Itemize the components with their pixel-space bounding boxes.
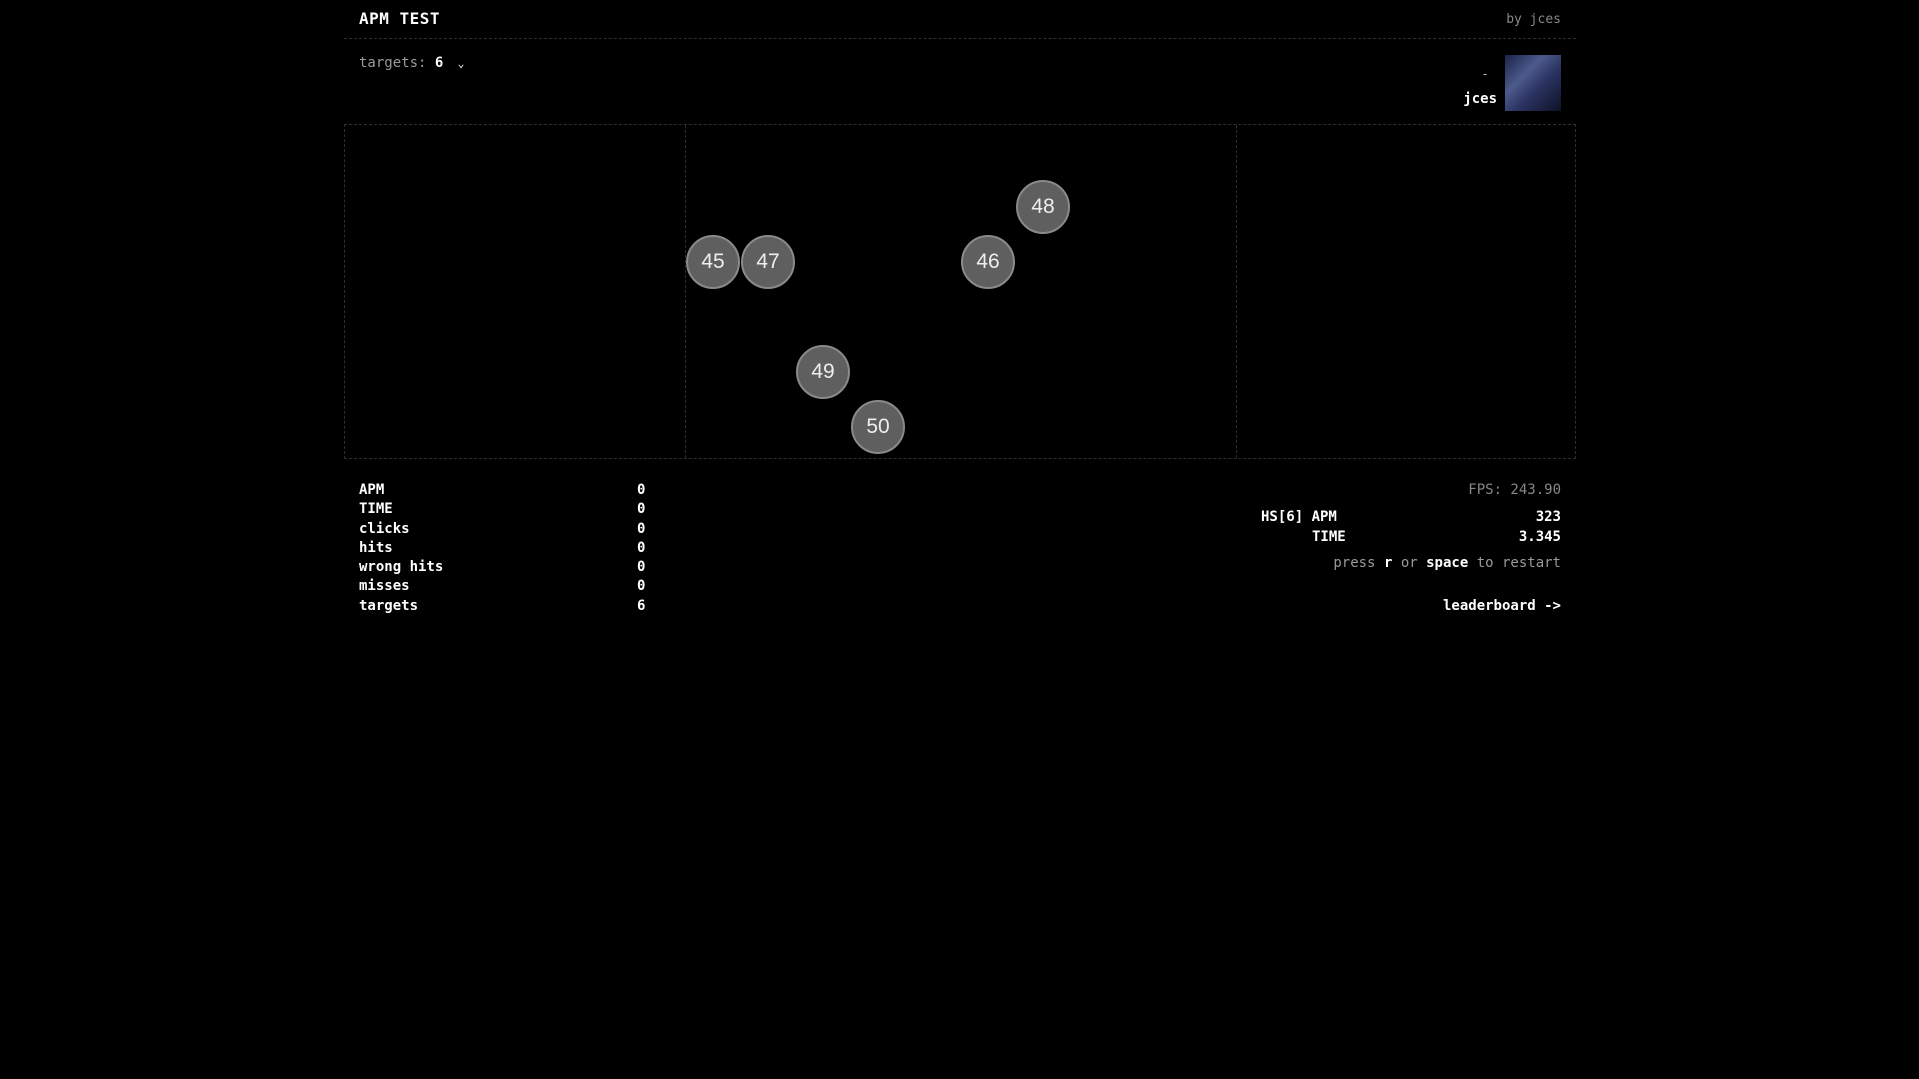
target-circle[interactable]: 48 [1016,180,1070,234]
target-circle[interactable]: 46 [961,235,1015,289]
stat-value: 0 [637,501,646,518]
stat-value: 0 [637,578,646,595]
stat-row: APM 0 [359,482,659,501]
restart-key-r: r [1383,555,1393,571]
stat-value: 6 [637,597,646,614]
byline: by jces [1506,12,1561,27]
stat-row: misses 0 [359,578,659,597]
targets-dropdown[interactable]: targets: 6 ⌄ [359,55,464,71]
restart-tail: to restart [1476,555,1561,571]
fps-counter: FPS: 243.90 [1468,482,1561,498]
stat-row: targets 6 [359,598,659,617]
stat-row: wrong hits 0 [359,559,659,578]
user-profile[interactable]: - jces [1441,55,1561,111]
highscore-apm-label: HS[6] APM [1261,509,1337,525]
highscore-apm-value: 323 [1535,509,1561,525]
stat-value: 0 [637,559,646,576]
targets-label: targets: [359,55,427,71]
stat-row: TIME 0 [359,501,659,520]
stat-label: wrong hits [359,559,444,576]
highscore-time-value: 3.345 [1518,529,1561,545]
app-container: APM TEST by jces targets: 6 ⌄ - jces 45 … [344,0,1576,640]
restart-press: press [1333,555,1376,571]
target-circle[interactable]: 45 [686,235,740,289]
highscore-time-label: TIME [1312,529,1346,545]
stat-value: 0 [637,539,646,556]
target-circle[interactable]: 50 [851,400,905,454]
stat-label: clicks [359,520,410,537]
restart-or: or [1400,555,1418,571]
stats-panel: APM 0 TIME 0 clicks 0 hits 0 wrong hits 0 mis… [359,482,659,617]
target-circle[interactable]: 47 [741,235,795,289]
leaderboard-link[interactable]: leaderboard -> [1443,598,1561,614]
restart-hint: press r or space to restart [1333,555,1561,571]
stat-label: hits [359,539,393,556]
stat-row: clicks 0 [359,521,659,540]
target-zone[interactable]: 45 47 46 48 49 50 [685,125,1237,458]
chevron-down-icon: ⌄ [457,57,465,70]
stat-label: TIME [359,501,393,518]
game-arena[interactable]: 45 47 46 48 49 50 [344,124,1576,459]
user-dash: - [1481,67,1489,82]
stat-label: targets [359,597,419,614]
stat-value: 0 [637,520,646,537]
avatar[interactable] [1505,55,1561,111]
username: jces [1463,91,1497,107]
app-title: APM TEST [359,9,441,28]
target-circle[interactable]: 49 [796,345,850,399]
header: APM TEST by jces [344,0,1576,39]
targets-value: 6 [434,55,444,71]
stat-value: 0 [637,482,646,498]
stat-label: misses [359,578,410,595]
restart-key-space: space [1426,555,1469,571]
stat-label: APM [359,482,385,498]
stat-row: hits 0 [359,540,659,559]
